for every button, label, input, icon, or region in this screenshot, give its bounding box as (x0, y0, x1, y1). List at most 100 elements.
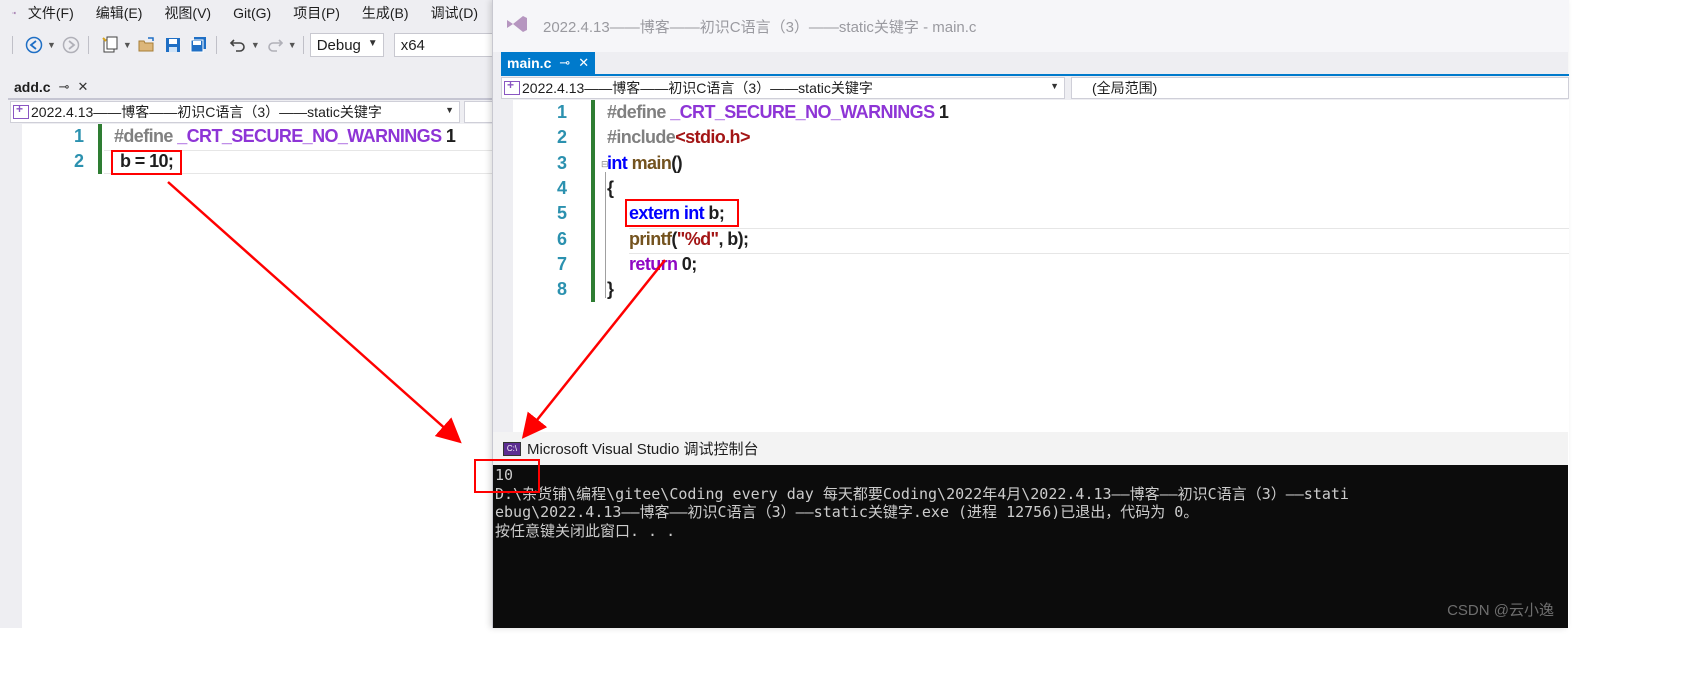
code-line[interactable]: return 0; (629, 254, 697, 275)
visual-studio-logo-icon (12, 11, 16, 15)
close-icon[interactable]: ✕ (578, 55, 589, 71)
save-all-icon (190, 37, 206, 53)
project-icon (13, 102, 29, 119)
project-nav-value: 2022.4.13——博客——初识C语言（3）——static关键字 (31, 104, 382, 120)
tab-underline (501, 74, 1569, 76)
code-line[interactable]: int main() (607, 153, 683, 174)
line-number: 7 (556, 254, 567, 274)
left-code-editor[interactable]: 1 2 #define _CRT_SECURE_NO_WARNINGS 1 b … (22, 124, 500, 628)
pin-icon[interactable]: ⊸ (559, 55, 570, 71)
preprocessor-directive: #define (114, 126, 173, 146)
menu-file[interactable]: 文件(F) (28, 3, 74, 23)
platform-select[interactable]: x64 (393, 33, 494, 57)
configuration-value: Debug (316, 36, 361, 54)
open-folder-icon (138, 37, 154, 52)
code-line[interactable]: } (607, 279, 614, 300)
save-button[interactable] (162, 34, 184, 56)
undo-button[interactable] (227, 34, 249, 56)
back-dropdown-icon[interactable]: ▼ (47, 40, 56, 50)
code-line[interactable]: #include<stdio.h> (607, 127, 750, 148)
chevron-down-icon: ▼ (367, 38, 378, 49)
new-project-icon (102, 36, 118, 53)
macro-name: _CRT_SECURE_NO_WARNINGS (172, 126, 442, 146)
console-line: 10 (495, 466, 514, 484)
back-button[interactable] (23, 34, 45, 56)
menu-bar: 文件(F) 编辑(E) 视图(V) Git(G) 项目(P) 生成(B) 调试(… (0, 0, 500, 26)
change-marker (98, 124, 102, 174)
pin-icon[interactable]: ⊸ (59, 79, 70, 95)
scope-nav-dropdown[interactable]: (全局范围) (1071, 77, 1569, 99)
toolbar: ▼ ▼ ▼ ▼ Debug ▼ x64 (0, 30, 500, 60)
macro-value: 1 (934, 102, 949, 122)
console-titlebar: C:\ Microsoft Visual Studio 调试控制台 (493, 432, 1568, 465)
preprocessor-directive: #include (607, 127, 676, 147)
function-name: printf (629, 229, 672, 249)
console-output[interactable]: 10 D:\杂货铺\编程\gitee\Coding every day 每天都要C… (495, 466, 1568, 628)
menu-git[interactable]: Git(G) (233, 5, 271, 21)
tab-add-c[interactable]: add.c ⊸ ✕ (8, 76, 94, 98)
menu-debug[interactable]: 调试(D) (431, 3, 478, 23)
open-file-button[interactable] (136, 34, 158, 56)
highlight-box-definition (111, 150, 182, 175)
change-marker (591, 100, 595, 302)
redo-icon (267, 39, 283, 52)
menu-build[interactable]: 生成(B) (362, 3, 409, 23)
tab-underline (8, 98, 498, 100)
arguments: , b); (718, 229, 749, 249)
close-icon[interactable]: ✕ (77, 79, 88, 95)
code-line[interactable]: #define _CRT_SECURE_NO_WARNINGS 1 (607, 102, 949, 123)
new-project-dropdown-icon[interactable]: ▼ (123, 40, 132, 50)
tab-main-c[interactable]: main.c ⊸ ✕ (501, 52, 596, 74)
console-line: D:\杂货铺\编程\gitee\Coding every day 每天都要Cod… (495, 484, 1349, 503)
window-titlebar: 2022.4.13——博客——初识C语言（3）——static关键字 - mai… (493, 0, 1569, 52)
return-value: 0; (677, 254, 697, 274)
keyword: return (629, 254, 678, 274)
console-line: 按任意键关闭此窗口. . . (495, 521, 676, 540)
menu-project[interactable]: 项目(P) (293, 3, 340, 23)
project-icon (504, 78, 520, 95)
scope-nav-value: (全局范围) (1092, 80, 1158, 96)
back-arrow-icon (25, 36, 43, 54)
chevron-down-icon: ▼ (445, 105, 454, 115)
tab-label: main.c (507, 55, 552, 71)
toolbar-separator (87, 36, 89, 54)
forward-button[interactable] (60, 34, 82, 56)
line-number: 2 (556, 127, 567, 147)
code-line[interactable]: { (607, 178, 614, 199)
highlight-box-output (474, 459, 540, 493)
project-nav-dropdown[interactable]: 2022.4.13——博客——初识C语言（3）——static关键字 ▼ (10, 101, 460, 123)
code-line[interactable]: #define _CRT_SECURE_NO_WARNINGS 1 (114, 126, 456, 147)
configuration-select[interactable]: Debug ▼ (309, 33, 384, 57)
undo-dropdown-icon[interactable]: ▼ (251, 40, 260, 50)
new-project-button[interactable] (99, 34, 121, 56)
chevron-down-icon: ▼ (1050, 81, 1059, 91)
menu-view[interactable]: 视图(V) (164, 3, 211, 23)
code-line[interactable]: printf("%d", b); (629, 229, 749, 250)
platform-value: x64 (400, 36, 425, 54)
save-all-button[interactable] (188, 34, 210, 56)
redo-dropdown-icon[interactable]: ▼ (288, 40, 297, 50)
watermark: CSDN @云小逸 (1447, 602, 1554, 619)
project-nav-dropdown[interactable]: 2022.4.13——博客——初识C语言（3）——static关键字 ▼ (501, 77, 1065, 99)
include-header: <stdio.h> (675, 127, 750, 147)
line-number: 4 (556, 178, 567, 198)
macro-value: 1 (441, 126, 456, 146)
menu-edit[interactable]: 编辑(E) (96, 3, 143, 23)
string-literal: "%d" (676, 229, 719, 249)
left-document-tabs: add.c ⊸ ✕ (8, 76, 94, 98)
line-number: 3 (556, 153, 567, 173)
keyword: int (607, 153, 628, 173)
preprocessor-directive: #define (607, 102, 666, 122)
redo-button[interactable] (264, 34, 286, 56)
line-number: 1 (556, 102, 567, 122)
brace: { (607, 178, 614, 198)
brace: } (607, 279, 614, 299)
punctuation: () (671, 153, 683, 173)
current-line-highlight (629, 228, 1569, 254)
save-icon (165, 38, 180, 52)
tab-label: add.c (14, 79, 51, 95)
line-number: 1 (73, 126, 84, 146)
project-nav-value: 2022.4.13——博客——初识C语言（3）——static关键字 (522, 80, 873, 96)
undo-icon (229, 39, 245, 52)
highlight-box-extern (625, 199, 739, 227)
